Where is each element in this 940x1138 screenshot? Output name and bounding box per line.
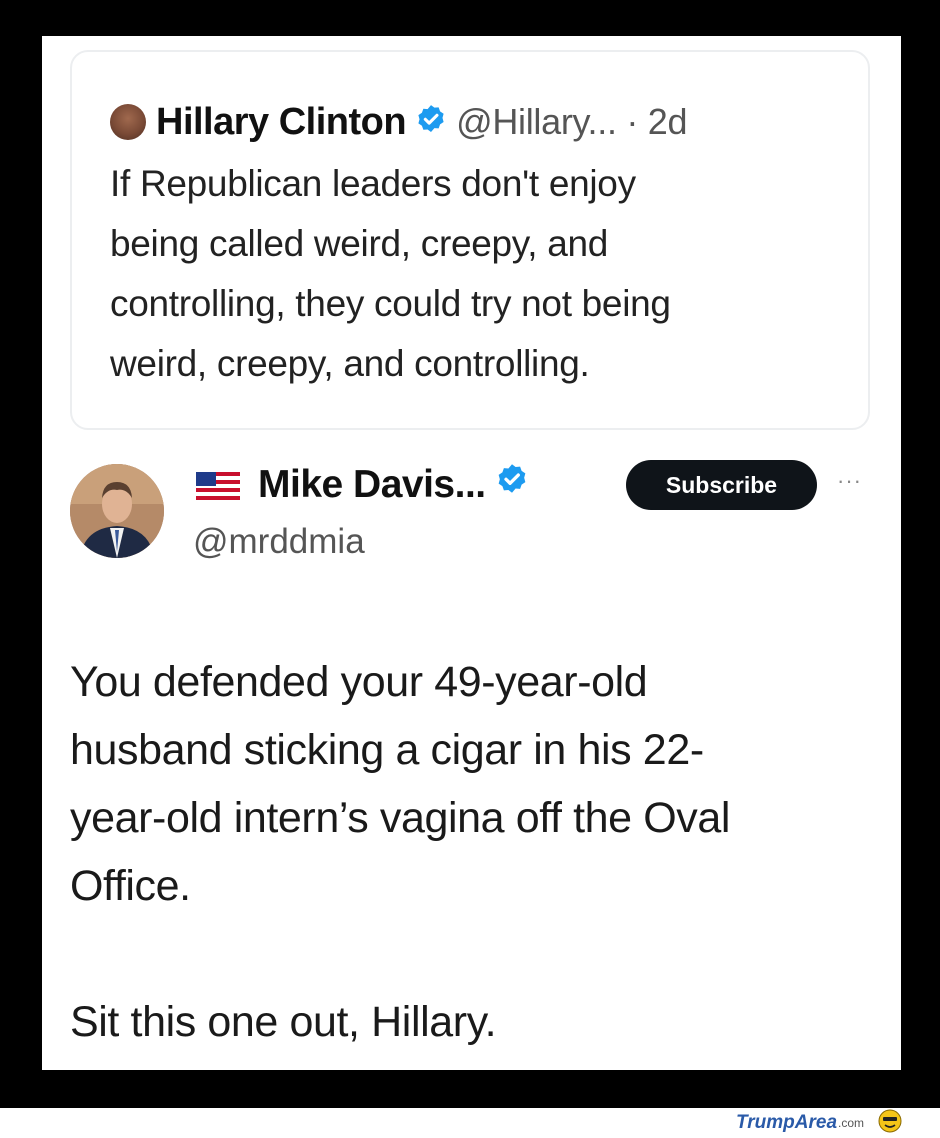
reply-line: Office.: [70, 862, 191, 910]
more-options-icon[interactable]: ···: [837, 468, 862, 494]
quoted-author-name[interactable]: Hillary Clinton: [156, 101, 407, 144]
reply-author-name[interactable]: Mike Davis...: [258, 463, 486, 507]
quoted-tweet-text: If Republican leaders don't enjoy being …: [110, 154, 850, 394]
reply-author-header: Mike Davis...: [258, 458, 530, 512]
reply-tweet-text: You defended your 49-year-old husband st…: [70, 648, 890, 1056]
quoted-line: being called weird, creepy, and: [110, 223, 609, 264]
reply-line: husband sticking a cigar in his 22-: [70, 726, 704, 774]
reply-author-avatar[interactable]: [70, 464, 164, 558]
watermark-suffix: .com: [838, 1116, 865, 1130]
watermark-trump: Trump: [736, 1112, 795, 1133]
image-frame: Hillary Clinton @Hillary... · 2d If Repu…: [0, 0, 940, 1108]
reply-line: You defended your 49-year-old: [70, 658, 648, 706]
tweet-card: Hillary Clinton @Hillary... · 2d If Repu…: [42, 36, 901, 1070]
reply-line: year-old intern’s vagina off the Oval: [70, 794, 731, 842]
verified-badge-icon: [414, 103, 448, 142]
quoted-author-avatar[interactable]: [110, 104, 146, 140]
quoted-line: If Republican leaders don't enjoy: [110, 163, 636, 204]
watermark-area: Area: [794, 1112, 838, 1133]
smiley-face-icon: [878, 1109, 902, 1138]
verified-badge-icon: [494, 462, 530, 508]
subscribe-button[interactable]: Subscribe: [626, 460, 817, 510]
reply-author-handle[interactable]: @mrddmia: [193, 522, 365, 562]
us-flag-icon: [196, 472, 240, 505]
quoted-handle-and-time: @Hillary... · 2d: [456, 101, 688, 142]
quoted-line: weird, creepy, and controlling.: [110, 343, 590, 384]
quoted-tweet-header: Hillary Clinton @Hillary... · 2d: [110, 100, 688, 144]
site-watermark: Trump Area .com: [736, 1109, 902, 1134]
quoted-line: controlling, they could try not being: [110, 283, 671, 324]
quoted-tweet[interactable]: Hillary Clinton @Hillary... · 2d If Repu…: [70, 50, 870, 430]
reply-closing-line: Sit this one out, Hillary.: [70, 998, 497, 1046]
